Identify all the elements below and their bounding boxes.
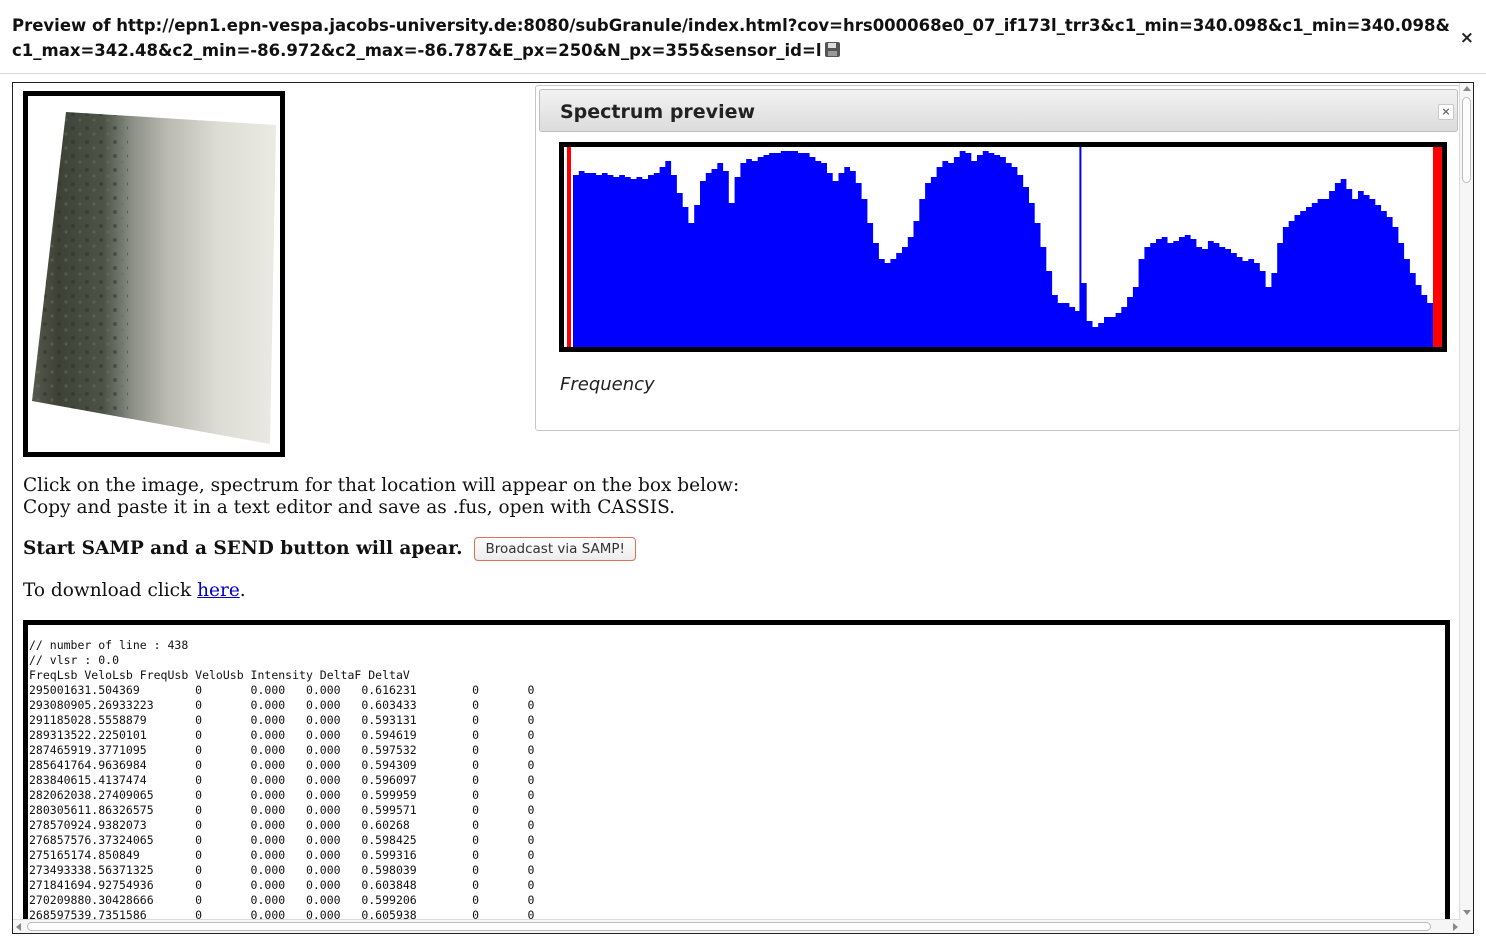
horizontal-scroll-thumb[interactable]: [27, 922, 1431, 931]
spectrum-area: [573, 151, 1433, 347]
instructions-line-1: Click on the image, spectrum for that lo…: [23, 475, 740, 496]
spectrum-plot[interactable]: [559, 142, 1447, 352]
samp-row: Start SAMP and a SEND button will apear.…: [23, 537, 636, 561]
scroll-down-icon[interactable]: [1463, 910, 1471, 915]
spectrum-left-marker: [567, 147, 571, 347]
spectrum-xlabel: Frequency: [560, 374, 655, 395]
floppy-disk-icon[interactable]: [825, 42, 841, 57]
download-row: To download click here.: [23, 579, 246, 603]
dialog-title-text: Preview of http://epn1.epn-vespa.jacobs-…: [12, 16, 1450, 60]
spectrum-right-marker: [1433, 147, 1442, 347]
samp-instruction: Start SAMP and a SEND button will apear.: [23, 538, 463, 559]
download-prefix: To download click: [23, 580, 198, 601]
spectrum-preview-panel: Spectrum preview × Frequency: [535, 85, 1460, 431]
horizontal-scrollbar[interactable]: [13, 919, 1461, 933]
spectrum-panel-header: Spectrum preview ×: [539, 89, 1458, 132]
download-link[interactable]: here: [197, 580, 240, 601]
panel-close-icon[interactable]: ×: [1438, 104, 1454, 120]
scroll-right-icon[interactable]: [1453, 923, 1458, 931]
instructions-line-2: Copy and paste it in a text editor and s…: [23, 497, 675, 518]
dialog-titlebar: Preview of http://epn1.epn-vespa.jacobs-…: [0, 0, 1486, 74]
spectrum-data-text[interactable]: // number of line : 438 // vlsr : 0.0 Fr…: [29, 638, 534, 923]
preview-frame: Spectrum preview × Frequency Click on th…: [12, 82, 1474, 934]
granule-image-graphic[interactable]: [28, 96, 280, 452]
granule-image[interactable]: [23, 91, 285, 457]
instructions-text: Click on the image, spectrum for that lo…: [23, 475, 739, 519]
vertical-scroll-thumb[interactable]: [1462, 97, 1471, 183]
spectrum-data-output[interactable]: // number of line : 438 // vlsr : 0.0 Fr…: [23, 620, 1450, 933]
close-icon[interactable]: ×: [1460, 28, 1474, 48]
spectrum-plot-area: [567, 147, 1442, 347]
scroll-up-icon[interactable]: [1463, 86, 1471, 91]
broadcast-samp-button[interactable]: Broadcast via SAMP!: [474, 537, 636, 561]
dialog-title: Preview of http://epn1.epn-vespa.jacobs-…: [12, 13, 1457, 63]
download-suffix: .: [239, 580, 246, 601]
scroll-left-icon[interactable]: [16, 923, 21, 931]
spectrum-panel-title: Spectrum preview: [560, 101, 756, 123]
vertical-scrollbar[interactable]: [1459, 83, 1473, 933]
